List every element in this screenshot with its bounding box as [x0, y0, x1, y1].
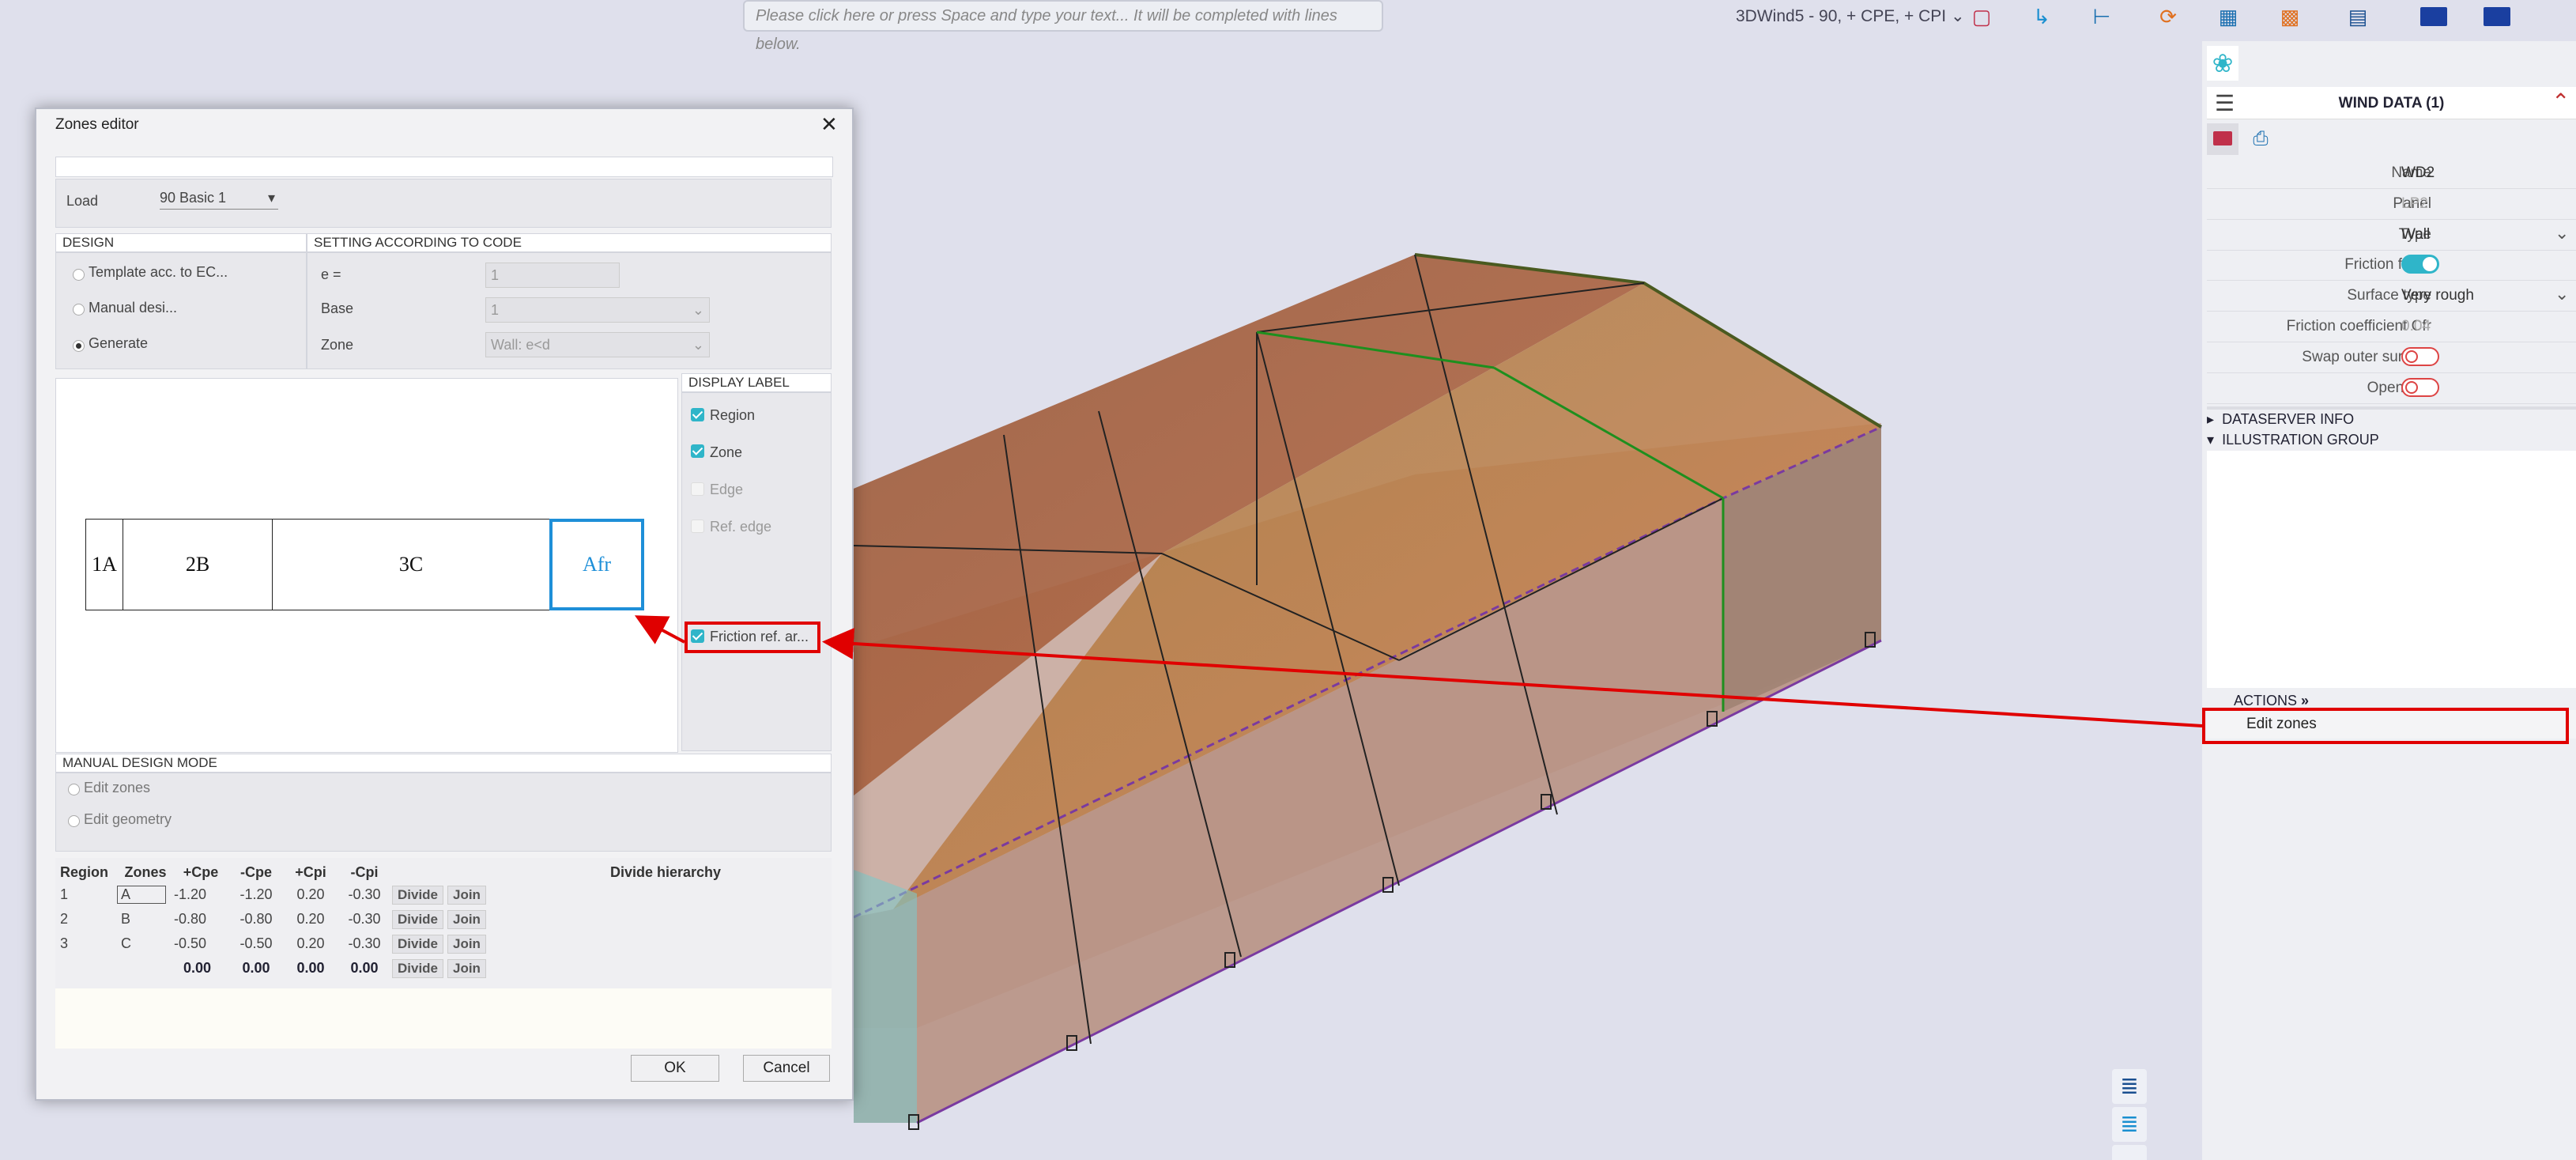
annotation-arrows — [634, 615, 2203, 727]
arrow-to-friction — [822, 627, 2203, 727]
arrow-to-afr-zone — [634, 615, 685, 644]
